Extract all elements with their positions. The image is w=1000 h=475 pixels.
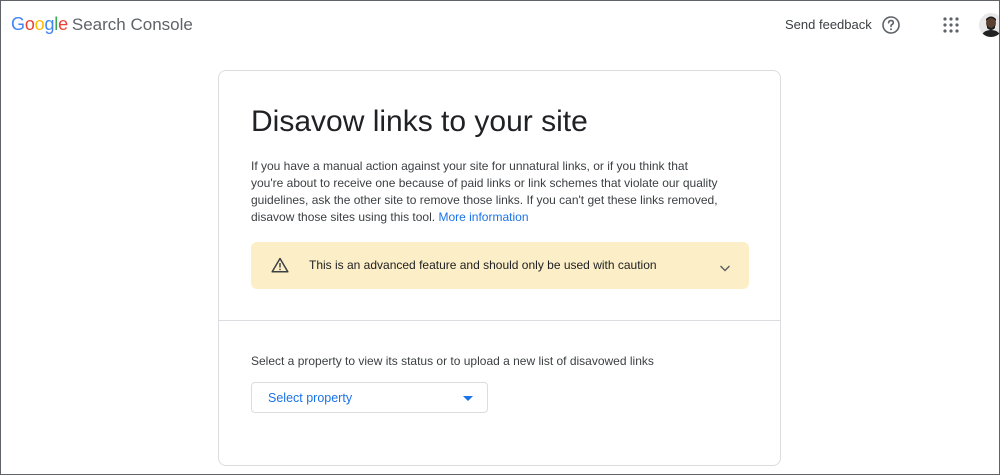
help-icon[interactable] <box>881 15 901 35</box>
warning-triangle-icon <box>271 257 289 273</box>
property-select-value: Select property <box>268 391 353 405</box>
page-frame: Google Search Console Send feedback Disa… <box>0 0 1000 475</box>
chevron-down-icon[interactable] <box>719 260 731 272</box>
account-avatar[interactable] <box>979 13 999 37</box>
google-apps-icon[interactable] <box>943 17 959 33</box>
more-information-link[interactable]: More information <box>438 210 528 224</box>
page-title: Disavow links to your site <box>251 105 588 138</box>
product-name: Search Console <box>71 15 193 34</box>
property-prompt: Select a property to view its status or … <box>251 354 654 368</box>
app-header: Google Search Console Send feedback <box>1 1 999 49</box>
caution-text: This is an advanced feature and should o… <box>309 258 657 272</box>
caution-banner[interactable]: This is an advanced feature and should o… <box>251 242 749 289</box>
search-console-logo[interactable]: Google Search Console <box>11 14 193 38</box>
disavow-card: Disavow links to your site If you have a… <box>218 70 781 466</box>
google-wordmark: Google <box>11 14 68 34</box>
page-description: If you have a manual action against your… <box>251 158 721 226</box>
dropdown-arrow-icon <box>463 396 473 401</box>
send-feedback-link[interactable]: Send feedback <box>785 17 872 32</box>
property-select[interactable]: Select property <box>251 382 488 413</box>
section-divider <box>219 320 780 321</box>
